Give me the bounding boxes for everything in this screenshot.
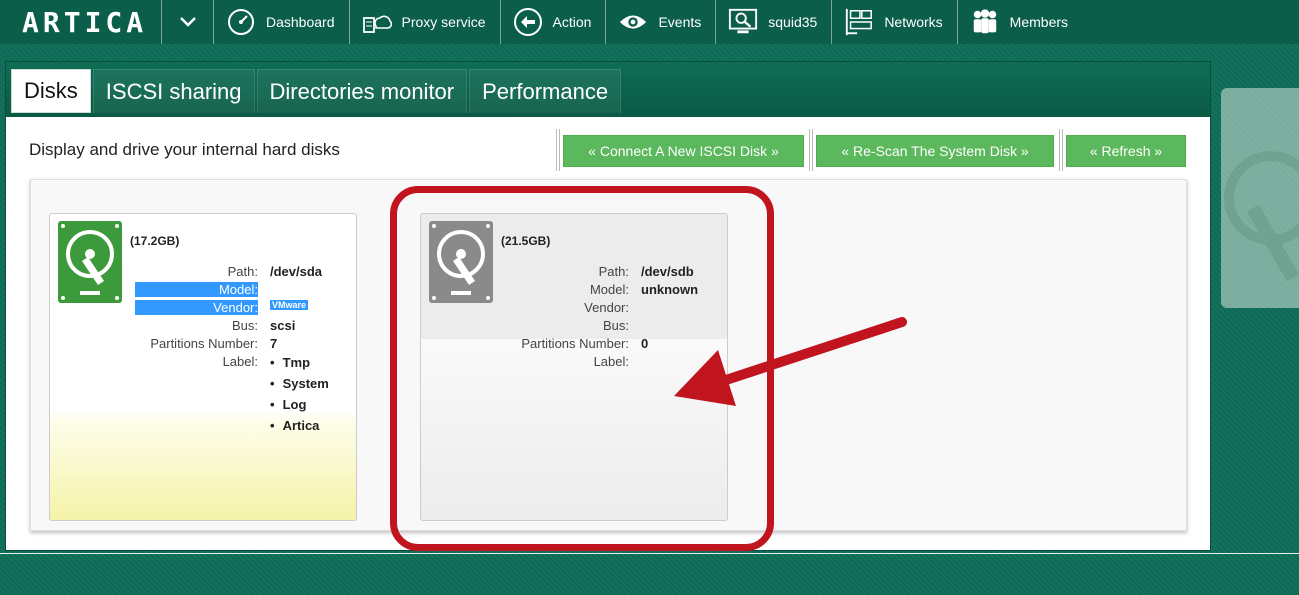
disk-size: (17.2GB) [130, 234, 180, 248]
nav-action[interactable]: Action [501, 0, 607, 44]
nav-events[interactable]: Events [606, 0, 717, 44]
path-label: Path: [227, 264, 258, 279]
nav-squid35[interactable]: squid35 [716, 0, 833, 44]
nav-label: Action [552, 14, 592, 30]
bus-value: scsi [270, 318, 296, 333]
refresh-button[interactable]: « Refresh » [1066, 135, 1186, 167]
path-row: Path: /dev/sda [50, 264, 350, 282]
tab-disks[interactable]: Disks [11, 69, 91, 113]
back-arrow-icon [513, 7, 543, 37]
chevron-down-icon[interactable] [162, 0, 214, 44]
toolbar-separator [556, 129, 560, 171]
annotation-arrow-icon [674, 317, 907, 406]
cloud-server-icon [362, 7, 392, 37]
list-item: System [270, 373, 329, 394]
partition-label-list: Tmp System Log Artica [270, 352, 329, 436]
monitor-search-icon [728, 7, 758, 37]
bus-row: Bus: scsi [50, 318, 350, 336]
artica-logo[interactable]: ARTICA [0, 0, 162, 44]
top-navbar: ARTICA Dashboard Proxy service Action Ev… [0, 0, 1299, 44]
nav-label: squid35 [768, 14, 818, 30]
model-row: Model: [50, 282, 350, 300]
divider [0, 553, 1299, 554]
nav-members[interactable]: Members [958, 0, 1082, 44]
label-label: Label: [222, 354, 258, 369]
nav-label: Members [1009, 14, 1069, 30]
tab-iscsi-sharing[interactable]: ISCSI sharing [92, 69, 255, 113]
network-icon [844, 7, 874, 37]
vendor-label: Vendor: [135, 300, 258, 315]
tab-bar: Disks ISCSI sharing Directories monitor … [6, 62, 1210, 117]
nav-label: Events [658, 14, 702, 30]
toolbar-separator [1059, 129, 1063, 171]
nav-dashboard[interactable]: Dashboard [214, 0, 350, 44]
partitions-label: Partitions Number: [150, 336, 258, 351]
disk-card-sda[interactable]: (17.2GB) Path: /dev/sda Model: Vendor: V… [49, 213, 357, 521]
nav-networks[interactable]: Networks [832, 0, 958, 44]
hard-disk-watermark-icon [1221, 88, 1299, 308]
model-label: Model: [135, 282, 258, 297]
rescan-disk-button[interactable]: « Re-Scan The System Disk » [816, 135, 1054, 167]
nav-proxy-service[interactable]: Proxy service [350, 0, 501, 44]
tab-performance[interactable]: Performance [469, 69, 622, 113]
vendor-value: VMware [270, 300, 309, 310]
toolbar-separator [809, 129, 813, 171]
tab-directories-monitor[interactable]: Directories monitor [256, 69, 468, 113]
list-item: Log [270, 394, 329, 415]
connect-iscsi-button[interactable]: « Connect A New ISCSI Disk » [563, 135, 804, 167]
path-value: /dev/sda [270, 264, 323, 279]
nav-label: Networks [884, 14, 943, 30]
partitions-value: 7 [270, 336, 278, 351]
list-item: Tmp [270, 352, 329, 373]
users-icon [970, 7, 1000, 37]
vendor-row: Vendor: VMware [50, 300, 350, 318]
nav-label: Dashboard [266, 14, 335, 30]
speedometer-icon [226, 7, 256, 37]
nav-label: Proxy service [401, 14, 486, 30]
bus-label: Bus: [231, 318, 258, 333]
page-intro: Display and drive your internal hard dis… [29, 140, 340, 159]
list-item: Artica [270, 415, 329, 436]
eye-icon [618, 7, 648, 37]
